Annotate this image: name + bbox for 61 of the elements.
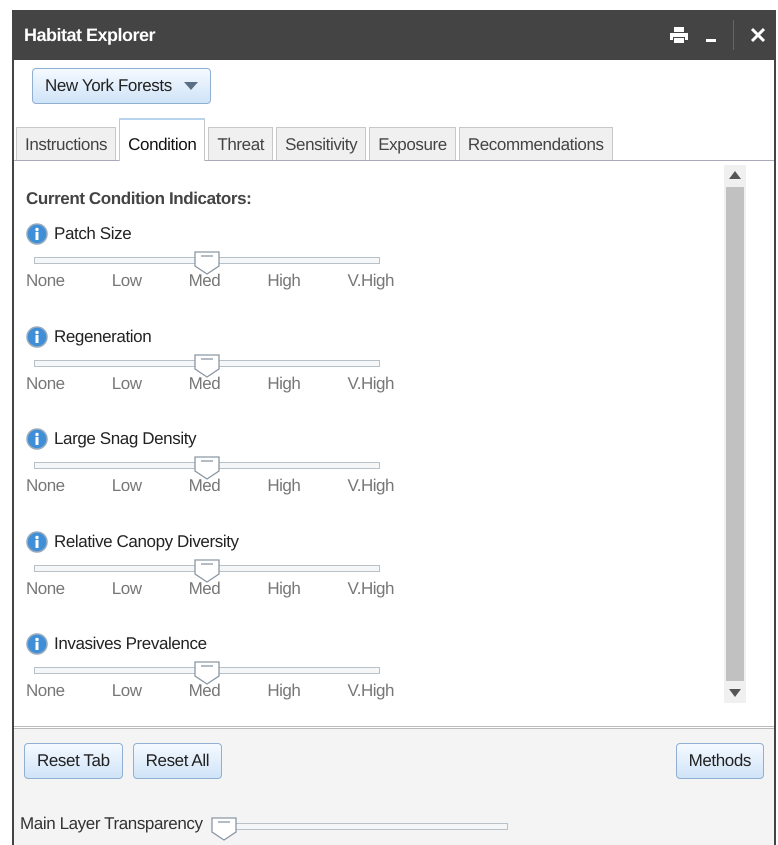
tick-label: None: [26, 374, 65, 394]
tick-label: Med: [188, 271, 220, 291]
indicator-label: Relative Canopy Diversity: [54, 532, 239, 552]
tick-label: High: [267, 271, 300, 291]
transparency-label: Main Layer Transparency: [20, 814, 203, 834]
tick-label: None: [26, 476, 65, 496]
tick-label: Low: [112, 578, 142, 598]
info-icon[interactable]: [26, 223, 48, 245]
tick-label: None: [26, 681, 65, 701]
info-icon[interactable]: [26, 428, 48, 450]
section-title: Current Condition Indicators:: [26, 189, 252, 209]
slider-handle[interactable]: [194, 661, 220, 685]
indicator-label: Patch Size: [54, 224, 132, 244]
tick-label: Med: [188, 476, 220, 496]
tick-label: Low: [112, 681, 142, 701]
tick-label: V.High: [348, 476, 394, 496]
scroll-up-icon[interactable]: [729, 171, 741, 179]
slider-handle[interactable]: [210, 817, 237, 841]
tick-label: High: [267, 476, 300, 496]
tab[interactable]: Threat: [208, 127, 274, 160]
tick-label: V.High: [348, 271, 394, 291]
methods-button[interactable]: Methods: [676, 743, 764, 779]
tick-label: Med: [188, 681, 220, 701]
info-icon[interactable]: [26, 326, 48, 348]
tick-label: Med: [188, 374, 220, 394]
tick-label: V.High: [348, 374, 394, 394]
indicator-label: Large Snag Density: [54, 429, 196, 449]
tick-label: High: [267, 578, 300, 598]
slider-handle[interactable]: [194, 251, 220, 275]
indicator-label: Regeneration: [54, 326, 152, 346]
tab[interactable]: Instructions: [16, 127, 116, 160]
tab[interactable]: Sensitivity: [276, 127, 366, 160]
tick-label: High: [267, 681, 300, 701]
window-title: Habitat Explorer: [24, 24, 156, 46]
tick-label: Low: [112, 271, 142, 291]
tick-label: V.High: [348, 681, 394, 701]
slider-handle[interactable]: [194, 456, 220, 480]
reset-button[interactable]: Reset All: [132, 743, 222, 779]
reset-button[interactable]: Reset Tab: [24, 743, 123, 779]
slider-handle[interactable]: [194, 354, 220, 378]
indicator-label: Invasives Prevalence: [54, 634, 207, 654]
tick-label: High: [267, 374, 300, 394]
tab[interactable]: Recommendations: [458, 127, 613, 160]
tick-label: None: [26, 271, 65, 291]
tick-label: Low: [112, 476, 142, 496]
scroll-thumb[interactable]: [726, 187, 744, 681]
scrollbar[interactable]: [724, 165, 746, 703]
tab[interactable]: Condition: [119, 118, 206, 161]
info-icon[interactable]: [26, 530, 48, 552]
tick-label: V.High: [348, 578, 394, 598]
info-icon[interactable]: [26, 633, 48, 655]
tab[interactable]: Exposure: [369, 127, 456, 160]
tick-label: None: [26, 578, 65, 598]
tick-label: Low: [112, 374, 142, 394]
close-icon[interactable]: [750, 27, 766, 43]
slider-handle[interactable]: [194, 558, 220, 582]
scroll-down-icon[interactable]: [729, 689, 741, 697]
region-dropdown[interactable]: New York Forests: [32, 68, 211, 104]
print-icon[interactable]: [669, 26, 689, 44]
caret-icon: [184, 82, 198, 90]
tick-label: Med: [188, 578, 220, 598]
